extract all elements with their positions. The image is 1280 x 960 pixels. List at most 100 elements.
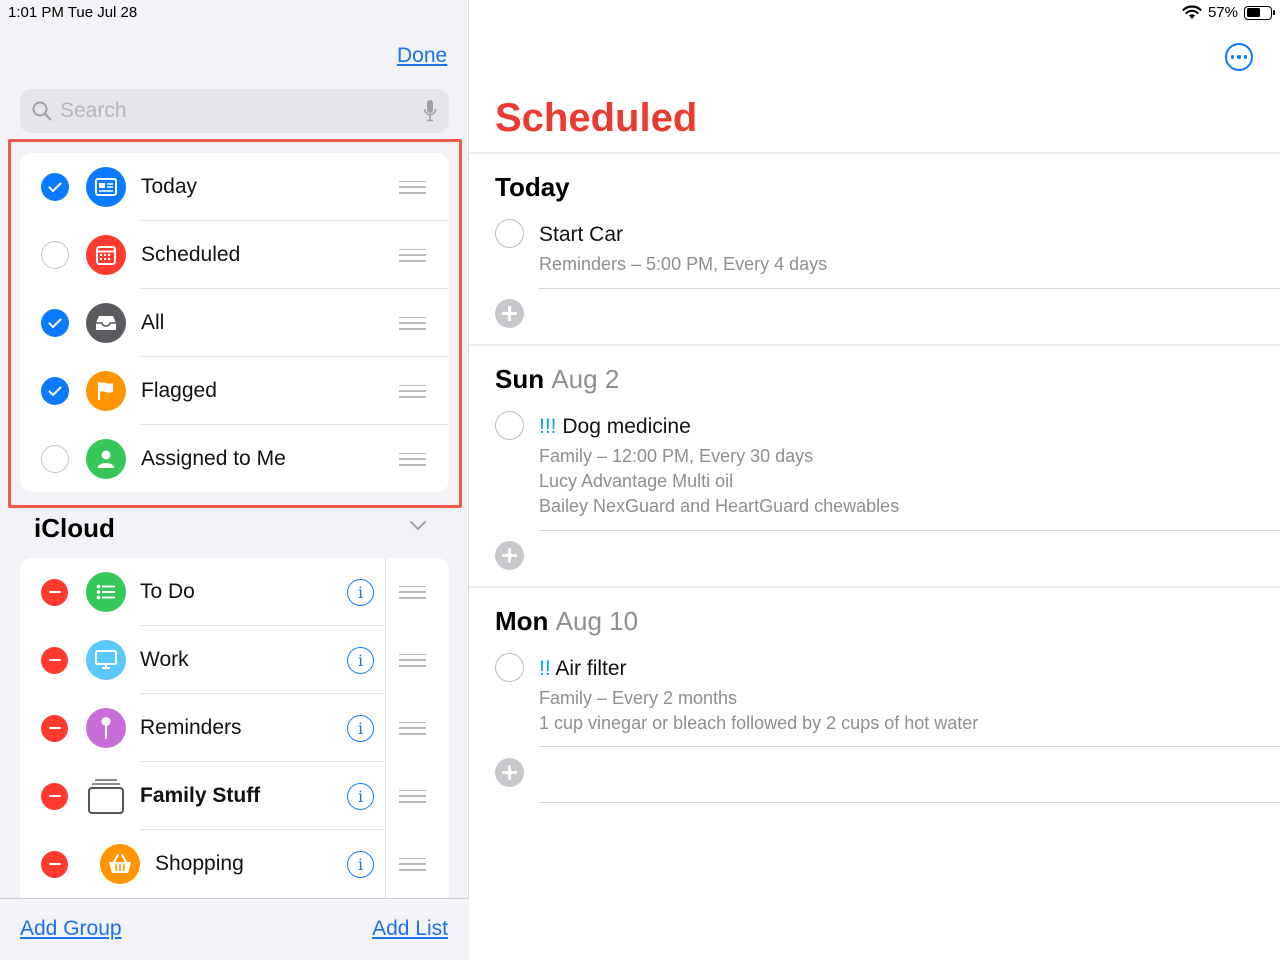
delete-button[interactable] [41, 646, 68, 674]
priority-indicator: !! [539, 657, 551, 680]
flag-icon [86, 371, 126, 411]
battery-percent: 57% [1207, 4, 1238, 21]
reminder-title-row[interactable]: !! Air filter [539, 657, 627, 681]
reorder-handle[interactable] [399, 316, 426, 330]
main-pane: Scheduled Today Start Car Reminders – 5:… [470, 0, 1280, 960]
section-day: Today [495, 172, 570, 202]
info-button[interactable]: i [347, 850, 374, 878]
smart-list-today[interactable]: Today [20, 153, 449, 221]
smart-list-label: Flagged [141, 379, 217, 402]
checkbox-unchecked[interactable] [41, 241, 69, 269]
reorder-handle[interactable] [399, 721, 426, 735]
search-icon [32, 101, 52, 121]
checkbox-checked[interactable] [41, 173, 69, 201]
add-reminder-button[interactable] [495, 299, 524, 328]
reminder-checkbox[interactable] [495, 411, 524, 440]
reminder-checkbox[interactable] [495, 219, 524, 248]
info-button[interactable]: i [347, 782, 374, 810]
tray-icon [86, 303, 126, 343]
reorder-handle[interactable] [399, 857, 426, 871]
list-item-shopping[interactable]: Shopping i [20, 830, 449, 898]
checkmark-icon [48, 318, 62, 328]
smart-list-label: All [141, 311, 165, 334]
info-button[interactable]: i [347, 646, 374, 674]
smart-list-all[interactable]: All [20, 289, 449, 357]
priority-indicator: !!! [539, 415, 557, 438]
add-list-button[interactable]: Add List [372, 917, 448, 941]
reorder-handle[interactable] [399, 384, 426, 398]
section-header-sun-aug-2: Sun Aug 2 [495, 364, 619, 395]
list-label: Work [140, 648, 189, 671]
reminder-checkbox[interactable] [495, 653, 524, 682]
reminder-notes: Lucy Advantage Multi oil [539, 471, 734, 491]
smart-list-scheduled[interactable]: Scheduled [20, 221, 449, 289]
section-header-mon-aug-10: Mon Aug 10 [495, 606, 638, 637]
section-date: Aug 10 [555, 606, 639, 636]
battery-icon [1244, 5, 1275, 20]
reorder-handle[interactable] [399, 585, 426, 599]
reminder-notes: 1 cup vinegar or bleach followed by 2 cu… [539, 713, 979, 733]
calendar-today-icon [86, 167, 126, 207]
reorder-handle[interactable] [399, 789, 426, 803]
reminder-title[interactable]: Start Car [539, 223, 623, 247]
add-group-button[interactable]: Add Group [20, 917, 122, 941]
section-date: Aug 2 [551, 364, 620, 394]
list-item-to-do[interactable]: To Do i [20, 558, 449, 626]
reorder-handle[interactable] [399, 452, 426, 466]
reorder-handle[interactable] [399, 248, 426, 262]
chevron-down-icon[interactable] [409, 520, 427, 532]
smart-list-label: Scheduled [141, 243, 241, 266]
delete-button[interactable] [41, 782, 68, 810]
reminder-title: Air filter [555, 657, 627, 680]
smart-list-assigned-to-me[interactable]: Assigned to Me [20, 425, 449, 492]
section-day: Sun [495, 364, 545, 394]
list-label: Family Stuff [140, 784, 261, 807]
sidebar-footer: Add Group Add List [0, 898, 469, 960]
section-day: Mon [495, 606, 549, 636]
checkbox-unchecked[interactable] [41, 445, 69, 473]
list-item-work[interactable]: Work i [20, 626, 449, 694]
list-group-family-stuff[interactable]: Family Stuff i [20, 762, 449, 830]
basket-icon [100, 844, 140, 884]
list-item-reminders[interactable]: Reminders i [20, 694, 449, 762]
status-indicators: 57% [1182, 4, 1275, 21]
more-options-button[interactable] [1225, 43, 1253, 71]
delete-button[interactable] [41, 850, 68, 878]
smart-list-label: Today [141, 175, 198, 198]
monitor-icon [86, 640, 126, 680]
checkbox-checked[interactable] [41, 309, 69, 337]
reminder-details: Reminders – 5:00 PM, Every 4 days [539, 254, 828, 274]
pin-icon [86, 708, 126, 748]
page-title: Scheduled [495, 96, 698, 140]
reminder-details: Family – 12:00 PM, Every 30 days [539, 446, 814, 466]
checkmark-icon [48, 182, 62, 192]
smart-list-flagged[interactable]: Flagged [20, 357, 449, 425]
info-button[interactable]: i [347, 578, 374, 606]
add-reminder-button[interactable] [495, 541, 524, 570]
reminder-details: Family – Every 2 months [539, 688, 738, 708]
reminder-title-row[interactable]: !!! Dog medicine [539, 415, 691, 439]
reorder-handle[interactable] [399, 180, 426, 194]
add-reminder-button[interactable] [495, 758, 524, 787]
microphone-icon[interactable] [423, 99, 437, 123]
icloud-section-title: iCloud [34, 513, 115, 543]
sidebar: Done Today [0, 0, 469, 960]
smart-list-label: Assigned to Me [141, 447, 286, 470]
delete-button[interactable] [41, 714, 68, 742]
reminder-notes: Bailey NexGuard and HeartGuard chewables [539, 496, 900, 516]
status-time: 1:01 PM Tue Jul 28 [8, 4, 138, 21]
search-input[interactable] [60, 99, 423, 123]
reorder-handle[interactable] [399, 653, 426, 667]
checkmark-icon [48, 386, 62, 396]
delete-button[interactable] [41, 578, 68, 606]
checkbox-checked[interactable] [41, 377, 69, 405]
search-bar[interactable] [20, 89, 449, 133]
smart-lists-card: Today Scheduled All Flagged Assigned to … [20, 153, 449, 492]
icloud-lists-card: To Do i Work i Reminders i Family Stuff … [20, 558, 449, 898]
person-icon [86, 439, 126, 479]
done-button[interactable]: Done [397, 44, 447, 68]
list-icon [86, 572, 126, 612]
list-label: Reminders [140, 716, 242, 739]
info-button[interactable]: i [347, 714, 374, 742]
calendar-icon [86, 235, 126, 275]
